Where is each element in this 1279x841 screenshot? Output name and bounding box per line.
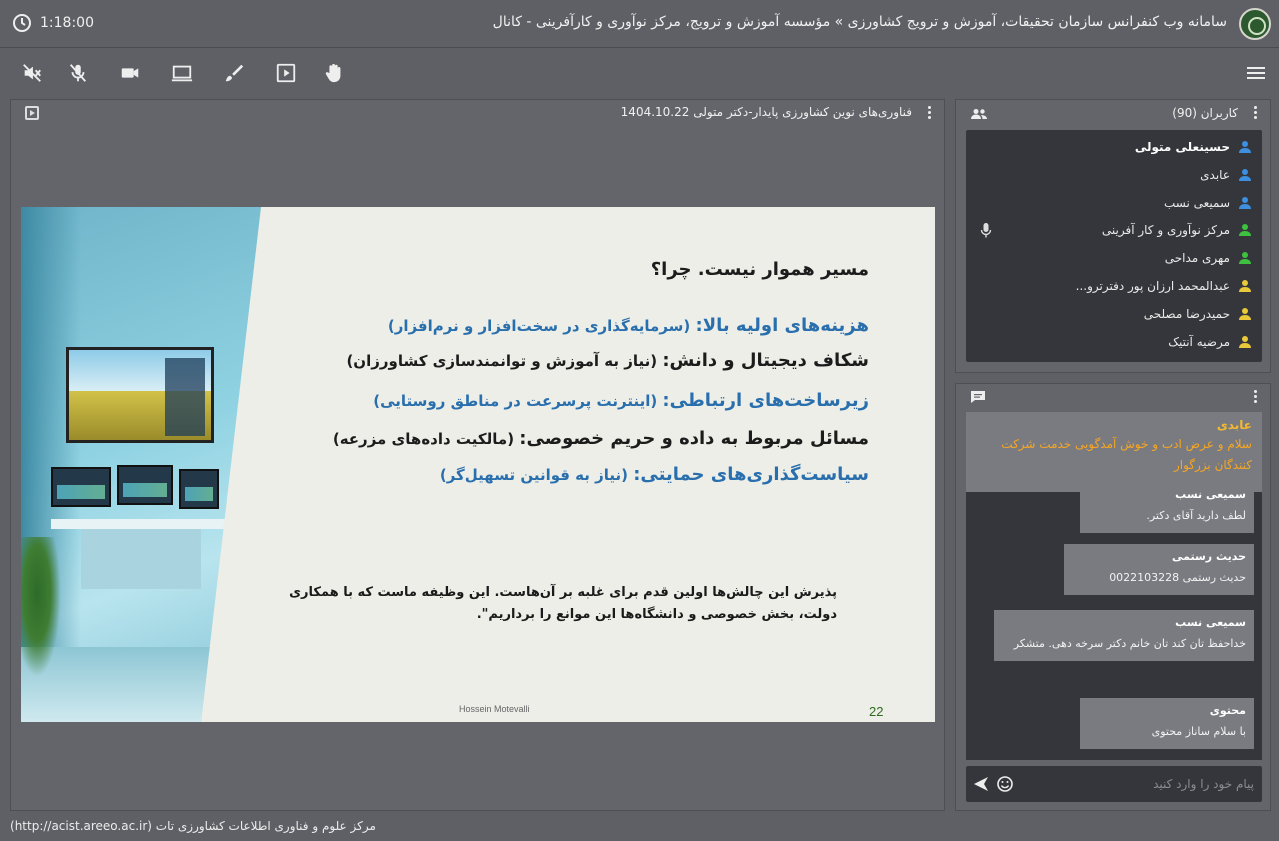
user-row[interactable]: سمیعی نسب [966, 190, 1262, 216]
users-panel: کاربران (90) حسینعلی متولی عابدی سمیعی نسب… [955, 99, 1271, 373]
clock-icon [13, 14, 31, 32]
illustration-desk-base [81, 529, 201, 589]
hamburger-menu-button[interactable] [1245, 63, 1267, 83]
slide-line: شکاف دیجیتال و دانش: (نیاز به آموزش و تو… [346, 350, 869, 371]
camera-icon [121, 68, 139, 78]
play-presentation-button[interactable] [274, 61, 298, 85]
user-row[interactable]: عابدی [966, 162, 1262, 188]
user-icon [1239, 196, 1251, 209]
page-title: سامانه وب کنفرانس سازمان تحقیقات، آموزش … [492, 14, 1227, 30]
slide-line: مسائل مربوط به داده و حریم خصوصی: (مالکی… [332, 428, 869, 449]
presentation-title: فناوری‌های نوین کشاورزی پایدار-دکتر متول… [620, 105, 912, 119]
toolbar [0, 49, 1279, 97]
user-icon [1239, 335, 1251, 348]
users-title: کاربران (90) [1172, 106, 1238, 120]
chat-input-bar [966, 766, 1262, 802]
slide-author: Hossein Motevalli [459, 704, 530, 714]
chat-messages: سمیعی نسب لطف دارید آقای دکتر. حدیث رستم… [966, 412, 1262, 760]
chat-options-icon[interactable] [1254, 390, 1258, 404]
illustration-monitor-small [179, 469, 219, 509]
chat-message-author: حدیث رستمی [1171, 550, 1246, 563]
send-button[interactable] [972, 775, 990, 793]
play-presentation-icon [276, 63, 296, 83]
chat-message-author: محتوی [1209, 704, 1246, 717]
user-icon [1239, 280, 1251, 292]
user-row[interactable]: حسینعلی متولی [966, 134, 1262, 160]
brush-icon [225, 64, 244, 82]
slide-page-number: 22 [869, 704, 884, 719]
users-list: حسینعلی متولی عابدی سمیعی نسب مرکز نوآوری و… [966, 130, 1262, 362]
screen-share-icon [171, 65, 193, 82]
chat-icon [971, 391, 985, 403]
user-row[interactable]: حمیدرضا مصلحی [966, 301, 1262, 327]
raise-hand-button[interactable] [322, 61, 346, 85]
slide-illustration [21, 207, 261, 722]
pinned-message-author: عابدی [1216, 418, 1252, 432]
presentation-options-icon[interactable] [928, 106, 932, 120]
user-icon [1239, 168, 1251, 181]
user-name: مهری مداحی [1164, 251, 1230, 266]
chat-message-text: خداحفظ تان کند تان خانم دکتر سرخه دهی. م… [1013, 637, 1246, 650]
hamburger-menu-icon [1247, 67, 1265, 79]
user-row[interactable]: مرضیه آنتیک [966, 329, 1262, 355]
mic-off-icon [69, 64, 87, 82]
chat-message-author: سمیعی نسب [1175, 616, 1246, 629]
chat-message-text: لطف دارید آقای دکتر. [1146, 509, 1246, 522]
pinned-message-text: سلام و عرض ادب و خوش آمدگویی خدمت شرکت ک… [1001, 437, 1252, 472]
user-name: حمیدرضا مصلحی [1143, 306, 1230, 321]
speaker-off-icon [23, 64, 41, 82]
chat-message-text: حدیث رستمی 0022103228 [1109, 571, 1246, 584]
speaker-off-button[interactable] [20, 61, 44, 85]
slide-line: زیرساخت‌های ارتباطی: (اینترنت پرسرعت در … [373, 390, 869, 411]
pinned-message: عابدی سلام و عرض ادب و خوش آمدگویی خدمت … [966, 412, 1262, 492]
chat-message-input[interactable] [1024, 774, 1254, 794]
user-name: مرکز نوآوری و کار آفرینی [1101, 223, 1230, 238]
slide-line: هزینه‌های اولیه بالا: (سرمایه‌گذاری در س… [387, 315, 869, 336]
illustration-plant [21, 537, 61, 677]
session-timer: 1:18:00 [12, 13, 94, 33]
user-name: سمیعی نسب [1163, 195, 1230, 210]
mic-off-button[interactable] [66, 61, 90, 85]
users-options-icon[interactable] [1254, 106, 1258, 120]
presentation-panel: فناوری‌های نوین کشاورزی پایدار-دکتر متول… [10, 99, 945, 811]
slide-line: سیاست‌گذاری‌های حمایتی: (نیاز به قوانین … [439, 464, 869, 485]
presentation-toggle-icon[interactable] [25, 106, 39, 120]
microphone-icon [980, 223, 992, 238]
user-icon [1239, 307, 1251, 320]
user-row[interactable]: مرکز نوآوری و کار آفرینی [966, 217, 1262, 243]
user-row[interactable]: مهری مداحی [966, 245, 1262, 271]
chat-panel: سمیعی نسب لطف دارید آقای دکتر. حدیث رستم… [955, 383, 1271, 811]
illustration-monitor-small [51, 467, 111, 507]
user-name: مرضیه آنتیک [1168, 334, 1230, 349]
raise-hand-icon [325, 63, 341, 83]
slide-quote: پذیرش این چالش‌ها اولین قدم برای غلبه بر… [289, 585, 837, 622]
chat-message: سمیعی نسب خداحفظ تان کند تان خانم دکتر س… [994, 610, 1254, 661]
user-name: عابدی [1200, 167, 1230, 182]
user-icon [1239, 224, 1251, 237]
title-bar: سامانه وب کنفرانس سازمان تحقیقات، آموزش … [0, 0, 1279, 48]
illustration-desk [51, 519, 231, 529]
footer-text: مرکز علوم و فناوری اطلاعات کشاورزی تات (… [10, 819, 376, 833]
chat-message-text: با سلام ساناز محتوی [1151, 725, 1246, 738]
user-name: حسینعلی متولی [1134, 140, 1230, 154]
emoji-icon [997, 776, 1013, 792]
illustration-monitor-small [117, 465, 173, 505]
screen-share-button[interactable] [170, 61, 194, 85]
timer-value: 1:18:00 [40, 15, 94, 31]
illustration-monitor [66, 347, 214, 443]
slide-heading: مسیر هموار نیست. چرا؟ [650, 259, 869, 280]
send-icon [974, 777, 988, 791]
users-icon [971, 109, 987, 119]
emoji-button[interactable] [996, 775, 1014, 793]
user-icon [1239, 252, 1251, 265]
organization-logo [1239, 8, 1271, 40]
camera-button[interactable] [118, 61, 142, 85]
presentation-slide: مسیر هموار نیست. چرا؟ هزینه‌های اولیه با… [21, 207, 935, 722]
user-name: عبدالمحمد ارزان پور دفترترو... [1075, 279, 1230, 293]
brush-button[interactable] [222, 61, 246, 85]
user-row[interactable]: عبدالمحمد ارزان پور دفترترو... [966, 273, 1262, 299]
chat-message: حدیث رستمی حدیث رستمی 0022103228 [1064, 544, 1254, 595]
chat-message: محتوی با سلام ساناز محتوی [1080, 698, 1254, 749]
user-icon [1239, 141, 1251, 153]
